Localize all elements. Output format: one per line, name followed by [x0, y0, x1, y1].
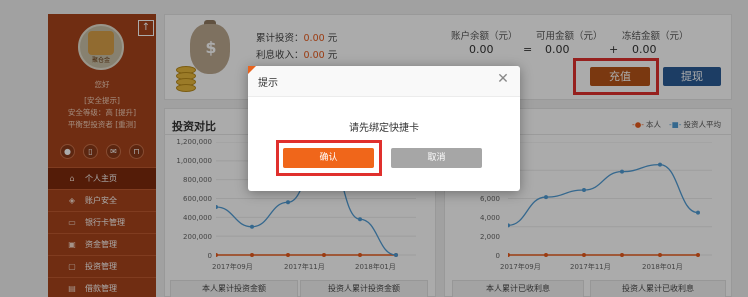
dialog-title: 提示 — [258, 78, 278, 89]
dialog-header — [248, 66, 520, 97]
corner-accent — [248, 66, 256, 74]
close-icon[interactable]: ✕ — [496, 72, 510, 86]
highlight-box — [276, 140, 382, 176]
cancel-button[interactable]: 取消 — [391, 148, 482, 168]
dialog-message: 请先绑定快捷卡 — [349, 123, 419, 134]
